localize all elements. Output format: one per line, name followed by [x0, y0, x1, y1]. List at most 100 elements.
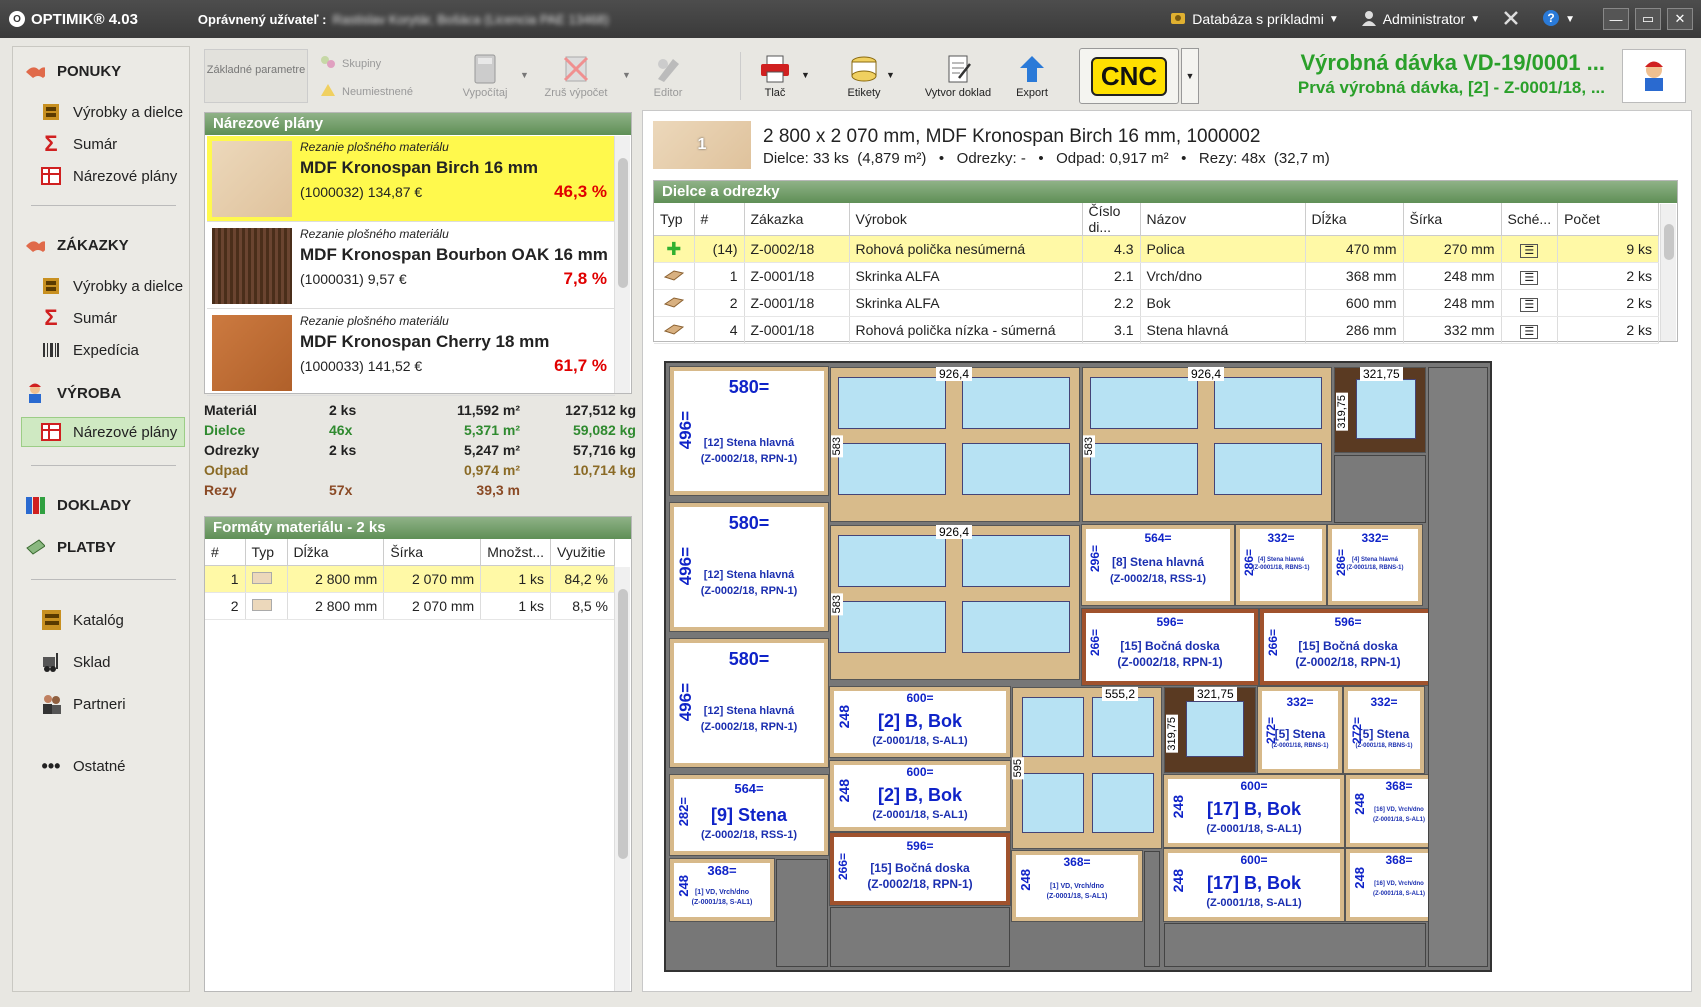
- table-row[interactable]: 1 2 800 mm 2 070 mm 1 ks 84,2 %: [205, 565, 615, 593]
- database-menu[interactable]: Databáza s príkladmi ▼: [1170, 10, 1339, 29]
- sidebar-doklady[interactable]: DOKLADY: [25, 495, 131, 515]
- piece-bok[interactable]: 600= 248 [17] B, Bok (Z-0001/18, S-AL1): [1163, 774, 1345, 848]
- shelf-piece[interactable]: [1214, 377, 1322, 429]
- shelf-piece[interactable]: [838, 443, 946, 495]
- schema-icon[interactable]: ☰: [1520, 325, 1539, 339]
- table-row[interactable]: 2 2 800 mm 2 070 mm 1 ks 8,5 %: [205, 592, 615, 620]
- worker-profile-button[interactable]: [1622, 49, 1686, 103]
- sidebar-item-ponuky-vyrobky[interactable]: Výrobky a dielce: [29, 97, 195, 127]
- plan-item[interactable]: Rezanie plošného materiálu MDF Kronospan…: [207, 136, 615, 222]
- sidebar-item-ponuky-sumar[interactable]: Σ Sumár: [29, 129, 195, 159]
- table-row[interactable]: 1 Z-0001/18 Skrinka ALFA 2.1 Vrch/dno 368 …: [654, 262, 1659, 290]
- shelf-piece[interactable]: [1092, 773, 1154, 833]
- piece-stena[interactable]: 564= 282= [9] Stena (Z-0002/18, RSS-1): [669, 774, 829, 856]
- shelf-piece[interactable]: [838, 601, 946, 653]
- shelf-piece[interactable]: [1214, 443, 1322, 495]
- piece-stena[interactable]: 332= 272= [5] Stena (Z-0001/18, RBNS-1): [1257, 686, 1343, 774]
- maximize-button[interactable]: ▭: [1635, 8, 1661, 30]
- board-icon: [663, 322, 684, 338]
- cancel-calc-button[interactable]: Zruš výpočet: [540, 54, 612, 99]
- shelf-piece[interactable]: [1022, 773, 1084, 833]
- tools-button[interactable]: [1502, 9, 1520, 30]
- piece-bok[interactable]: 600= 248 [2] B, Bok (Z-0001/18, S-AL1): [829, 760, 1011, 832]
- piece-vrch-dno[interactable]: 368= 248 [1] VD, Vrch/dno (Z-0001/18, S-…: [669, 858, 775, 922]
- export-button[interactable]: Export: [1010, 54, 1054, 99]
- plans-scrollbar[interactable]: [614, 136, 630, 393]
- piece-bocna-doska[interactable]: 596= 266= [15] Bočná doska (Z-0002/18, R…: [1081, 608, 1259, 686]
- sidebar-platby[interactable]: PLATBY: [25, 537, 116, 557]
- corner-shelf-piece[interactable]: [1186, 701, 1244, 757]
- help-button[interactable]: ? ▼: [1542, 9, 1575, 30]
- table-row[interactable]: 2 Z-0001/18 Skrinka ALFA 2.2 Bok 600 mm 248…: [654, 289, 1659, 317]
- sidebar-item-ostatne[interactable]: ••• Ostatné: [29, 751, 195, 781]
- sidebar-item-ponuky-narezove[interactable]: Nárezové plány: [29, 161, 195, 191]
- labels-button[interactable]: Etikety: [840, 54, 888, 99]
- groups-button[interactable]: Skupiny: [320, 55, 381, 72]
- plan-item[interactable]: Rezanie plošného materiálu MDF Kronospan…: [207, 310, 615, 396]
- piece-stena-hlavna[interactable]: 580= 496= [12] Stena hlavná (Z-0002/18, …: [669, 502, 829, 632]
- calculate-button[interactable]: Vypočítaj: [455, 54, 515, 99]
- piece-stena-hlavna[interactable]: 332= 286= [4] Stena hlavná (Z-0001/18, R…: [1327, 524, 1423, 606]
- editor-button[interactable]: Editor: [640, 54, 696, 99]
- piece-stena-hlavna[interactable]: 580= 496= [12] Stena hlavná (Z-0002/18, …: [669, 366, 829, 496]
- shelf-piece[interactable]: [962, 377, 1070, 429]
- sidebar-item-vyroba-narezove[interactable]: Nárezové plány: [21, 417, 185, 447]
- shelf-piece[interactable]: [838, 535, 946, 587]
- sidebar-item-partneri[interactable]: Partneri: [29, 689, 195, 719]
- piece-bok[interactable]: 600= 248 [2] B, Bok (Z-0001/18, S-AL1): [829, 686, 1011, 758]
- cnc-dropdown[interactable]: ▼: [1181, 48, 1199, 104]
- print-button[interactable]: Tlač: [752, 54, 798, 99]
- shelf-piece[interactable]: [838, 377, 946, 429]
- table-row[interactable]: ✚ (14) Z-0002/18 Rohová polička nesúmerná…: [654, 235, 1659, 263]
- schema-icon[interactable]: ☰: [1520, 244, 1539, 258]
- sidebar-item-zakazky-expedicia[interactable]: Expedícia: [29, 335, 195, 365]
- formats-panel: Formáty materiálu - 2 ks # Typ Dĺžka Šír…: [204, 516, 632, 992]
- piece-bok[interactable]: 600= 248 [17] B, Bok (Z-0001/18, S-AL1): [1163, 848, 1345, 922]
- sidebar-vyroba[interactable]: VÝROBA: [25, 383, 121, 403]
- sidebar-ponuky[interactable]: PONUKY: [25, 61, 121, 81]
- user-icon: [1361, 10, 1377, 29]
- cancel-calc-icon: [540, 54, 612, 87]
- table-row[interactable]: 4 Z-0001/18 Rohová polička nízka - súmern…: [654, 316, 1659, 344]
- shelf-piece[interactable]: [962, 443, 1070, 495]
- shelf-piece[interactable]: [1090, 443, 1198, 495]
- close-button[interactable]: ✕: [1667, 8, 1693, 30]
- parts-scrollbar[interactable]: [1660, 204, 1676, 341]
- shelf-piece[interactable]: [1092, 697, 1154, 757]
- shelf-piece[interactable]: [1090, 377, 1198, 429]
- formats-scrollbar[interactable]: [614, 567, 630, 991]
- database-icon: [1170, 10, 1186, 29]
- warning-icon: [320, 83, 336, 100]
- piece-stena-hlavna[interactable]: 564= 296= [8] Stena hlavná (Z-0002/18, R…: [1081, 524, 1235, 606]
- sidebar-zakazky[interactable]: ZÁKAZKY: [25, 235, 129, 255]
- schema-icon[interactable]: ☰: [1520, 298, 1539, 312]
- schema-icon[interactable]: ☰: [1520, 271, 1539, 285]
- title-bar: O OPTIMIK® 4.03 Oprávnený užívateľ : Ras…: [0, 0, 1701, 38]
- basic-params-button[interactable]: Základné parametre: [204, 49, 308, 103]
- sidebar-item-katalog[interactable]: Katalóg: [29, 605, 195, 635]
- admin-menu[interactable]: Administrator ▼: [1361, 10, 1480, 29]
- shelf-piece[interactable]: [962, 535, 1070, 587]
- sidebar-item-zakazky-sumar[interactable]: Σ Sumár: [29, 303, 195, 333]
- unplaced-button[interactable]: Neumiestnené: [320, 83, 413, 100]
- piece-bocna-doska[interactable]: 596= 266= [15] Bočná doska (Z-0002/18, R…: [829, 832, 1011, 906]
- parts-header: Dielce a odrezky: [654, 181, 1677, 203]
- piece-stena[interactable]: 332= 272= [5] Stena (Z-0001/18, RBNS-1): [1343, 686, 1425, 774]
- parts-table: Typ # Zákazka Výrobok Číslo di... Názov …: [654, 203, 1659, 344]
- create-document-button[interactable]: Vytvor doklad: [918, 54, 998, 99]
- plan-item[interactable]: Rezanie plošného materiálu MDF Kronospan…: [207, 223, 615, 309]
- piece-stena-hlavna[interactable]: 332= 286= [4] Stena hlavná (Z-0001/18, R…: [1235, 524, 1327, 606]
- cnc-button[interactable]: CNC: [1079, 48, 1179, 104]
- piece-stena-hlavna[interactable]: 580= 496= [12] Stena hlavná (Z-0002/18, …: [669, 638, 829, 768]
- batch-title: Výrobná dávka VD-19/0001 ...: [1300, 50, 1606, 75]
- piece-bocna-doska[interactable]: 596= 266= [15] Bočná doska (Z-0002/18, R…: [1259, 608, 1437, 686]
- money-icon: [25, 537, 45, 557]
- cutting-layout-canvas[interactable]: 580= 496= [12] Stena hlavná (Z-0002/18, …: [664, 361, 1492, 972]
- sidebar-item-sklad[interactable]: Sklad: [29, 647, 195, 677]
- shelf-piece[interactable]: [1022, 697, 1084, 757]
- piece-vrch-dno[interactable]: 368= 248 [1] VD, Vrch/dno (Z-0001/18, S-…: [1011, 850, 1143, 922]
- corner-shelf-piece[interactable]: [1356, 379, 1416, 439]
- shelf-piece[interactable]: [962, 601, 1070, 653]
- sidebar-item-zakazky-vyrobky[interactable]: Výrobky a dielce: [29, 271, 195, 301]
- minimize-button[interactable]: —: [1603, 8, 1629, 30]
